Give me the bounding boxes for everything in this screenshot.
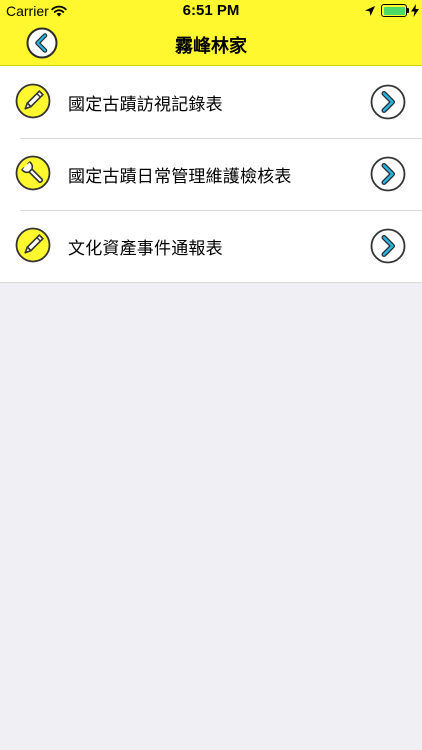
chevron-right-icon[interactable]	[370, 228, 406, 264]
navigation-bar: 霧峰林家	[0, 20, 422, 65]
status-bar: Carrier 6:51 PM	[0, 0, 422, 22]
battery-icon	[381, 4, 407, 17]
battery-level	[383, 6, 405, 15]
location-arrow-icon	[365, 6, 375, 16]
wrench-icon	[15, 155, 51, 191]
list-item-label: 國定古蹟訪視記錄表	[68, 95, 223, 115]
pencil-icon	[15, 227, 51, 263]
chevron-right-icon[interactable]	[370, 84, 406, 120]
pencil-icon	[15, 83, 51, 119]
list-item-label: 國定古蹟日常管理維護檢核表	[68, 167, 292, 187]
page-title: 霧峰林家	[175, 36, 247, 57]
list-item-maintenance-checklist[interactable]: 國定古蹟日常管理維護檢核表	[0, 138, 422, 210]
list-item-visit-record[interactable]: 國定古蹟訪視記錄表	[0, 66, 422, 138]
form-list: 國定古蹟訪視記錄表 國定古蹟日常管理維護檢核表 文化資產事件通報表	[0, 66, 422, 283]
status-time: 6:51 PM	[182, 2, 240, 19]
battery-cap	[407, 8, 409, 13]
chevron-right-icon[interactable]	[370, 156, 406, 192]
list-item-incident-report[interactable]: 文化資產事件通報表	[0, 210, 422, 282]
top-bar: Carrier 6:51 PM 霧峰林家	[0, 0, 422, 66]
charging-bolt-icon	[411, 4, 419, 17]
list-item-label: 文化資產事件通報表	[68, 239, 223, 259]
